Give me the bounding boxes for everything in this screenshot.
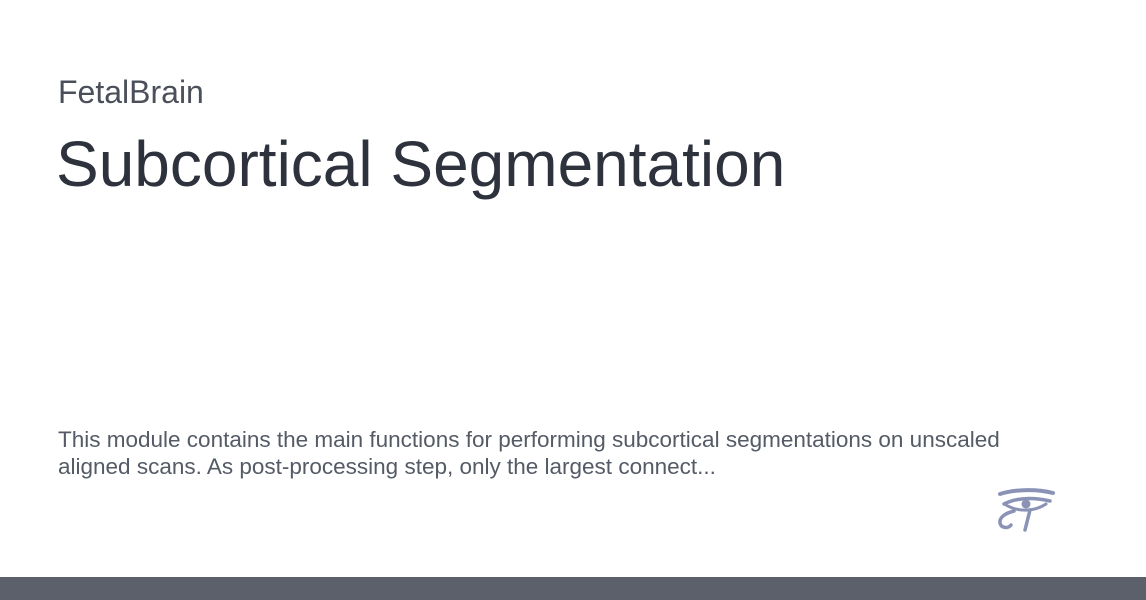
social-preview-card: FetalBrain Subcortical Segmentation This…	[0, 0, 1146, 600]
footer-bar	[0, 577, 1146, 600]
eye-of-horus-icon	[998, 488, 1055, 532]
page-title: Subcortical Segmentation	[56, 128, 786, 200]
page-description: This module contains the main functions …	[58, 427, 1000, 479]
site-name: FetalBrain	[58, 74, 204, 110]
